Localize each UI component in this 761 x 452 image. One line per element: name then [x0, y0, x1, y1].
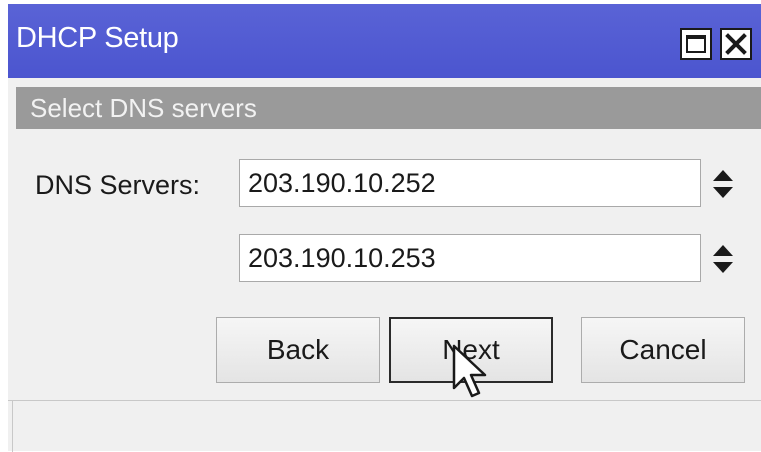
title-bar[interactable]: DHCP Setup — [8, 4, 761, 78]
dhcp-setup-window: DHCP Setup Select DNS servers DNS Server… — [8, 4, 761, 452]
window-title: DHCP Setup — [16, 22, 179, 54]
dns-server-2-input[interactable] — [239, 234, 701, 282]
dns-server-1-input[interactable] — [239, 159, 701, 207]
maximize-icon — [686, 35, 706, 53]
mouse-pointer-icon — [452, 344, 487, 398]
up-down-arrows-icon[interactable] — [711, 242, 735, 276]
up-down-arrows-icon[interactable] — [711, 167, 735, 201]
section-header: Select DNS servers — [16, 87, 761, 129]
cancel-button[interactable]: Cancel — [581, 317, 745, 383]
dns-servers-label: DNS Servers: — [35, 170, 201, 200]
close-icon — [725, 33, 747, 55]
maximize-button[interactable] — [680, 28, 712, 60]
back-button[interactable]: Back — [216, 317, 380, 383]
status-bar — [8, 400, 761, 452]
close-button[interactable] — [720, 28, 752, 60]
status-bar-divider — [12, 401, 13, 452]
section-header-text: Select DNS servers — [30, 93, 257, 123]
